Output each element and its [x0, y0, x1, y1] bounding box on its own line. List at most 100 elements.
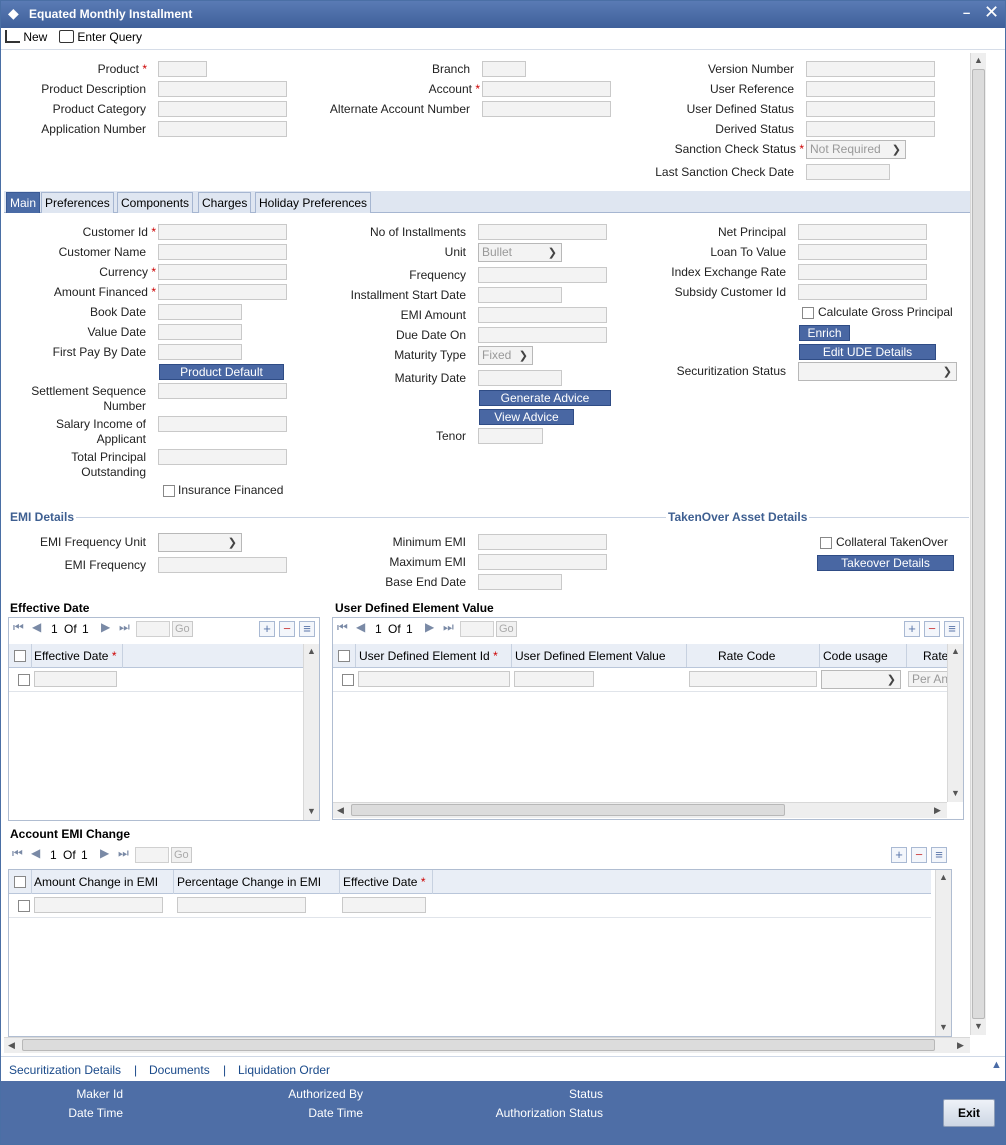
customer-id-field[interactable] — [158, 224, 287, 240]
row-checkbox[interactable] — [18, 674, 30, 686]
scroll-up-icon[interactable]: ▲ — [939, 872, 948, 882]
settlement-sequence-number-field[interactable] — [158, 383, 287, 399]
securitization-status-select[interactable]: ❯ — [798, 362, 957, 381]
next-page-icon[interactable]: ▶ — [425, 620, 434, 634]
add-row-icon[interactable]: + — [259, 621, 275, 637]
effective-date-cell[interactable] — [34, 671, 117, 687]
row-checkbox[interactable] — [18, 900, 30, 912]
product-category-field[interactable] — [158, 101, 287, 117]
view-list-icon[interactable]: ≡ — [944, 621, 960, 637]
tab-preferences[interactable]: Preferences — [41, 192, 114, 213]
close-icon[interactable]: ✕ — [984, 2, 999, 23]
application-number-field[interactable] — [158, 121, 287, 137]
scroll-down-icon[interactable]: ▼ — [974, 1021, 983, 1031]
product-description-field[interactable] — [158, 81, 287, 97]
prev-page-icon[interactable]: ◀ — [356, 620, 365, 634]
user-reference-field[interactable] — [806, 81, 935, 97]
due-date-on-field[interactable] — [478, 327, 607, 343]
rate-code-cell[interactable] — [689, 671, 817, 687]
maturity-type-select[interactable]: Fixed ❯ — [478, 346, 533, 365]
frequency-field[interactable] — [478, 267, 607, 283]
enrich-button[interactable]: Enrich — [799, 325, 850, 341]
minimum-emi-field[interactable] — [478, 534, 607, 550]
emi-amount-field[interactable] — [478, 307, 607, 323]
tab-charges[interactable]: Charges — [198, 192, 252, 213]
grid-vertical-scrollbar[interactable]: ▲ ▼ — [935, 870, 951, 1036]
grid-horizontal-scrollbar[interactable]: ◀ ▶ — [333, 802, 947, 818]
page-input[interactable] — [460, 621, 494, 637]
main-vertical-scrollbar[interactable]: ▲ ▼ — [970, 53, 986, 1035]
alternate-account-number-field[interactable] — [482, 101, 611, 117]
last-sanction-check-date-field[interactable] — [806, 164, 890, 180]
calculate-gross-principal-checkbox[interactable] — [802, 307, 814, 319]
ude-id-cell[interactable] — [358, 671, 510, 687]
currency-field[interactable] — [158, 264, 287, 280]
page-input[interactable] — [135, 847, 169, 863]
scroll-down-icon[interactable]: ▼ — [939, 1022, 948, 1032]
first-page-icon[interactable]: ⏮ — [12, 846, 23, 861]
grid-vertical-scrollbar[interactable]: ▲ ▼ — [303, 644, 319, 820]
prev-page-icon[interactable]: ◀ — [32, 620, 41, 634]
first-page-icon[interactable]: ⏮ — [337, 620, 348, 635]
emi-frequency-unit-select[interactable]: ❯ — [158, 533, 242, 552]
delete-row-icon[interactable]: − — [911, 847, 927, 863]
generate-advice-button[interactable]: Generate Advice — [479, 390, 611, 406]
enter-query-button[interactable]: Enter Query — [59, 30, 142, 44]
branch-field[interactable] — [482, 61, 526, 77]
subsidy-customer-id-field[interactable] — [798, 284, 927, 300]
delete-row-icon[interactable]: − — [924, 621, 940, 637]
edit-ude-details-button[interactable]: Edit UDE Details — [799, 344, 936, 360]
scroll-thumb[interactable] — [351, 804, 785, 816]
last-page-icon[interactable]: ⏭ — [119, 620, 130, 635]
net-principal-field[interactable] — [798, 224, 927, 240]
unit-select[interactable]: Bullet ❯ — [478, 243, 562, 262]
customer-name-field[interactable] — [158, 244, 287, 260]
maturity-date-field[interactable] — [478, 370, 562, 386]
scroll-up-icon[interactable]: ▲ — [974, 55, 983, 65]
amount-financed-field[interactable] — [158, 284, 287, 300]
no-of-installments-field[interactable] — [478, 224, 607, 240]
ude-value-cell[interactable] — [514, 671, 594, 687]
add-row-icon[interactable]: + — [904, 621, 920, 637]
scroll-right-icon[interactable]: ▶ — [957, 1040, 964, 1051]
derived-status-field[interactable] — [806, 121, 935, 137]
view-list-icon[interactable]: ≡ — [299, 621, 315, 637]
scroll-right-icon[interactable]: ▶ — [934, 805, 941, 816]
row-checkbox[interactable] — [342, 674, 354, 686]
last-page-icon[interactable]: ⏭ — [443, 620, 454, 635]
total-principal-outstanding-field[interactable] — [158, 449, 287, 465]
scroll-down-icon[interactable]: ▼ — [307, 806, 316, 816]
delete-row-icon[interactable]: − — [279, 621, 295, 637]
scroll-up-icon[interactable]: ▲ — [951, 646, 960, 656]
documents-link[interactable]: Documents — [149, 1063, 210, 1077]
minimize-icon[interactable]: – — [963, 5, 970, 20]
sanction-check-status-select[interactable]: Not Required ❯ — [806, 140, 906, 159]
collateral-takenover-checkbox[interactable] — [820, 537, 832, 549]
tab-holiday-preferences[interactable]: Holiday Preferences — [255, 192, 372, 213]
view-advice-button[interactable]: View Advice — [479, 409, 574, 425]
scroll-thumb[interactable] — [972, 69, 985, 1019]
value-date-field[interactable] — [158, 324, 242, 340]
tab-main[interactable]: Main — [6, 192, 41, 213]
book-date-field[interactable] — [158, 304, 242, 320]
first-page-icon[interactable]: ⏮ — [13, 620, 24, 635]
go-button[interactable]: Go — [172, 621, 193, 637]
liquidation-order-link[interactable]: Liquidation Order — [238, 1063, 330, 1077]
scroll-left-icon[interactable]: ◀ — [337, 805, 344, 816]
amount-change-cell[interactable] — [34, 897, 163, 913]
grid-vertical-scrollbar[interactable]: ▲ ▼ — [947, 644, 963, 802]
exit-button[interactable]: Exit — [943, 1099, 995, 1127]
new-button[interactable]: New — [5, 30, 47, 44]
scroll-up-icon[interactable]: ▲ — [991, 1059, 1002, 1071]
user-defined-status-field[interactable] — [806, 101, 935, 117]
main-horizontal-scrollbar[interactable]: ◀ ▶ — [4, 1037, 970, 1053]
code-usage-select[interactable]: ❯ — [821, 670, 901, 689]
product-default-button[interactable]: Product Default — [159, 364, 284, 380]
installment-start-date-field[interactable] — [478, 287, 562, 303]
takeover-details-button[interactable]: Takeover Details — [817, 555, 954, 571]
last-page-icon[interactable]: ⏭ — [118, 846, 129, 861]
index-exchange-rate-field[interactable] — [798, 264, 927, 280]
go-button[interactable]: Go — [171, 847, 192, 863]
version-number-field[interactable] — [806, 61, 935, 77]
scroll-down-icon[interactable]: ▼ — [951, 788, 960, 798]
